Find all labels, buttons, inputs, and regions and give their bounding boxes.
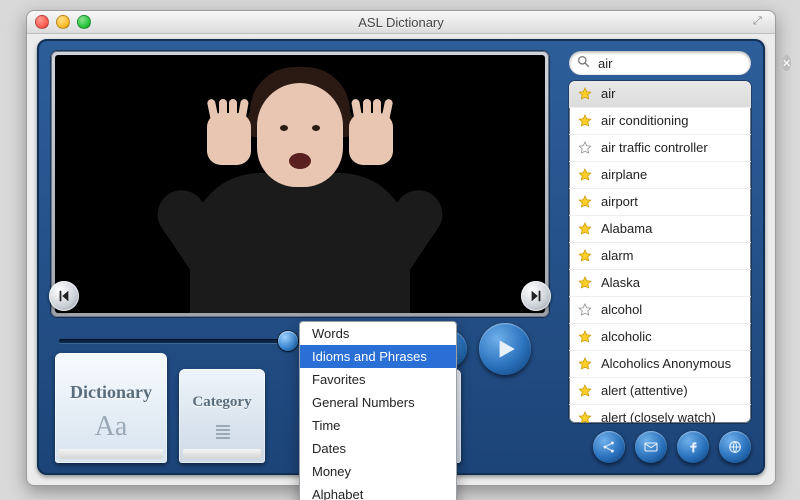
- globe-icon: [727, 439, 743, 455]
- search-icon: [577, 55, 590, 71]
- minimize-window-button[interactable]: [56, 15, 70, 29]
- result-label: alcohol: [601, 303, 642, 318]
- titlebar: ASL Dictionary ⤢: [27, 11, 775, 34]
- result-row[interactable]: air conditioning: [569, 108, 751, 135]
- video-player[interactable]: [55, 55, 545, 313]
- signing-figure: [135, 55, 465, 313]
- result-label: Alcoholics Anonymous: [601, 357, 731, 372]
- fullscreen-icon[interactable]: ⤢: [753, 15, 767, 29]
- result-label: alarm: [601, 249, 634, 264]
- star-outline-icon[interactable]: [577, 302, 593, 318]
- result-label: air traffic controller: [601, 141, 708, 156]
- star-filled-icon[interactable]: [577, 221, 593, 237]
- list-icon: ≣: [214, 419, 230, 445]
- result-row[interactable]: alert (closely watch): [569, 405, 751, 423]
- result-label: alcoholic: [601, 330, 652, 345]
- category-menu-item[interactable]: Money: [300, 460, 456, 483]
- result-row[interactable]: airplane: [569, 162, 751, 189]
- result-label: alert (attentive): [601, 384, 688, 399]
- facebook-icon: [685, 439, 701, 455]
- window-controls: [35, 15, 91, 29]
- star-filled-icon[interactable]: [577, 410, 593, 423]
- result-row[interactable]: airport: [569, 189, 751, 216]
- skip-forward-icon: [529, 289, 543, 303]
- slider-thumb[interactable]: [278, 331, 298, 351]
- result-row[interactable]: Alcoholics Anonymous: [569, 351, 751, 378]
- category-title: Category: [192, 394, 251, 411]
- skip-back-icon: [57, 289, 71, 303]
- category-menu-item[interactable]: Words: [300, 322, 456, 345]
- category-book-button[interactable]: Category ≣: [179, 369, 265, 463]
- dictionary-book-button[interactable]: Dictionary Aa: [55, 353, 167, 463]
- category-menu[interactable]: WordsIdioms and PhrasesFavoritesGeneral …: [299, 321, 457, 500]
- star-filled-icon[interactable]: [577, 275, 593, 291]
- result-label: Alabama: [601, 222, 652, 237]
- star-filled-icon[interactable]: [577, 329, 593, 345]
- menu-pointer-icon: [299, 416, 300, 428]
- result-label: air: [601, 87, 615, 102]
- window-title: ASL Dictionary: [27, 15, 775, 30]
- results-list[interactable]: air air conditioning air traffic controlle…: [569, 81, 751, 423]
- mail-icon: [643, 439, 659, 455]
- result-row[interactable]: Alaska: [569, 270, 751, 297]
- result-label: air conditioning: [601, 114, 688, 129]
- zoom-window-button[interactable]: [77, 15, 91, 29]
- category-menu-item[interactable]: Alphabet: [300, 483, 456, 500]
- star-outline-icon[interactable]: [577, 140, 593, 156]
- web-button[interactable]: [719, 431, 751, 463]
- facebook-button[interactable]: [677, 431, 709, 463]
- star-filled-icon[interactable]: [577, 356, 593, 372]
- result-label: Alaska: [601, 276, 640, 291]
- star-filled-icon[interactable]: [577, 86, 593, 102]
- previous-video-button[interactable]: [49, 281, 79, 311]
- email-button[interactable]: [635, 431, 667, 463]
- share-button[interactable]: [593, 431, 625, 463]
- result-row[interactable]: alcohol: [569, 297, 751, 324]
- category-menu-item[interactable]: General Numbers: [300, 391, 456, 414]
- result-row[interactable]: Alabama: [569, 216, 751, 243]
- result-row[interactable]: air: [569, 81, 751, 108]
- star-filled-icon[interactable]: [577, 113, 593, 129]
- app-window: ASL Dictionary ⤢: [26, 10, 776, 486]
- share-icon: [601, 439, 617, 455]
- category-menu-item[interactable]: Favorites: [300, 368, 456, 391]
- result-row[interactable]: air traffic controller: [569, 135, 751, 162]
- clear-search-button[interactable]: ✕: [782, 55, 791, 71]
- result-label: alert (closely watch): [601, 411, 716, 423]
- share-buttons: [593, 431, 751, 463]
- scrub-slider[interactable]: [59, 331, 317, 351]
- video-frame: [51, 51, 549, 317]
- result-label: airport: [601, 195, 638, 210]
- play-icon: [492, 336, 518, 362]
- search-field[interactable]: ✕: [569, 51, 751, 75]
- result-row[interactable]: alert (attentive): [569, 378, 751, 405]
- play-button[interactable]: [479, 323, 531, 375]
- star-filled-icon[interactable]: [577, 248, 593, 264]
- next-video-button[interactable]: [521, 281, 551, 311]
- star-filled-icon[interactable]: [577, 383, 593, 399]
- star-filled-icon[interactable]: [577, 194, 593, 210]
- result-label: airplane: [601, 168, 647, 183]
- dictionary-title: Dictionary: [70, 382, 152, 403]
- search-input[interactable]: [596, 55, 776, 72]
- close-window-button[interactable]: [35, 15, 49, 29]
- category-menu-item[interactable]: Time: [300, 414, 456, 437]
- result-row[interactable]: alarm: [569, 243, 751, 270]
- app-panel: LOOP Dictionary Aa Category ≣ About: [37, 39, 765, 475]
- dictionary-glyph: Aa: [95, 411, 128, 443]
- category-menu-item[interactable]: Idioms and Phrases: [300, 345, 456, 368]
- category-menu-item[interactable]: Dates: [300, 437, 456, 460]
- star-filled-icon[interactable]: [577, 167, 593, 183]
- result-row[interactable]: alcoholic: [569, 324, 751, 351]
